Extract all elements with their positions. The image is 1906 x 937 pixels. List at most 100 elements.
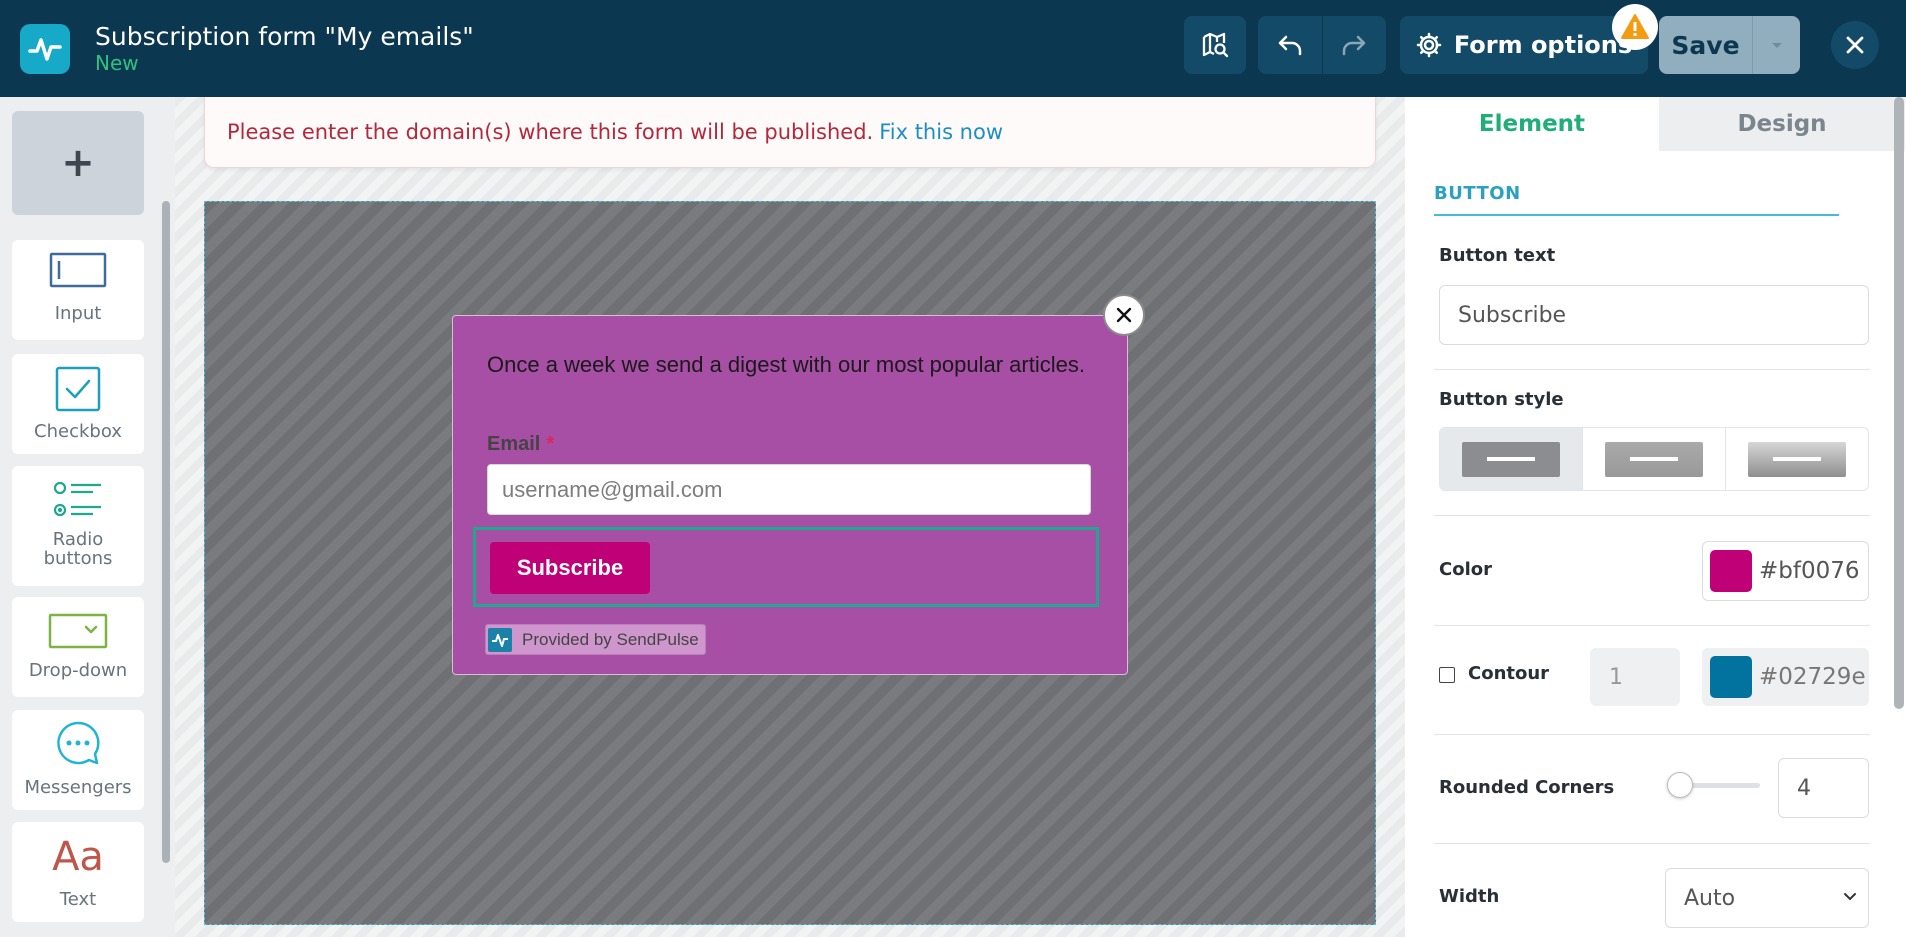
elements-sidebar: + Input Checkbox Radio buttons Drop-down… <box>0 97 175 937</box>
rounded-corners-value: 4 <box>1797 775 1811 801</box>
tool-label: Checkbox <box>34 421 122 442</box>
tool-label: Text <box>59 889 97 910</box>
redo-icon <box>1343 35 1366 56</box>
form-status: New <box>95 51 139 75</box>
email-input[interactable]: username@gmail.com <box>487 464 1091 515</box>
divider <box>1434 625 1870 626</box>
gear-icon <box>1416 32 1442 58</box>
popup-description[interactable]: Once a week we send a digest with our mo… <box>487 350 1087 379</box>
input-field-icon <box>49 252 107 288</box>
style-option-shaded[interactable] <box>1583 428 1726 490</box>
top-bar: Subscription form "My emails" New Form o… <box>0 0 1906 97</box>
add-element-button[interactable]: + <box>12 111 144 215</box>
style-option-flat[interactable] <box>1440 428 1583 490</box>
sidebar-scrollbar[interactable] <box>162 201 170 863</box>
fix-now-link[interactable]: Fix this now <box>879 120 1003 144</box>
dropdown-icon <box>48 613 108 649</box>
panel-tabs: Element Design <box>1405 97 1905 151</box>
tool-radio-buttons[interactable]: Radio buttons <box>12 466 144 586</box>
email-label-text: Email <box>487 433 541 455</box>
shaded-style-preview <box>1605 441 1703 477</box>
tool-messengers[interactable]: Messengers <box>12 710 144 810</box>
radio-buttons-icon <box>53 481 101 517</box>
close-editor-button[interactable] <box>1831 21 1879 69</box>
tool-label: Input <box>54 303 102 324</box>
required-mark: * <box>546 433 555 455</box>
chat-bubble-icon <box>57 721 100 765</box>
provided-by-badge: Provided by SendPulse <box>485 624 706 655</box>
tool-label: Radio buttons <box>43 529 113 569</box>
save-button[interactable]: Save <box>1659 16 1753 74</box>
checkbox-icon <box>55 366 101 412</box>
rounded-corners-input[interactable]: 4 <box>1778 758 1869 818</box>
sendpulse-logo-icon[interactable] <box>20 24 70 74</box>
button-style-options <box>1439 427 1869 491</box>
domain-warning-banner: Please enter the domain(s) where this fo… <box>204 97 1376 168</box>
map-search-icon <box>1202 32 1229 58</box>
save-button-group: Save <box>1659 16 1800 74</box>
subscription-popup[interactable]: Once a week we send a digest with our mo… <box>452 315 1128 675</box>
width-value: Auto <box>1684 885 1736 911</box>
text-aa-icon: Aa <box>52 834 104 880</box>
sendpulse-mini-logo-icon <box>488 627 512 652</box>
selected-button-block[interactable]: Subscribe <box>473 527 1099 607</box>
divider <box>1434 369 1870 370</box>
contour-color-picker[interactable]: #02729e <box>1702 648 1869 706</box>
tool-text[interactable]: Aa Text <box>12 822 144 922</box>
rounded-corners-label: Rounded Corners <box>1439 777 1615 798</box>
tool-label: Drop-down <box>28 660 128 681</box>
email-placeholder: username@gmail.com <box>502 476 723 502</box>
email-label[interactable]: Email * <box>487 433 554 456</box>
button-text-input[interactable]: Subscribe <box>1439 285 1869 345</box>
button-text-value: Subscribe <box>1458 302 1567 328</box>
form-options-label: Form options <box>1453 31 1633 59</box>
contour-width-value: 1 <box>1609 664 1623 690</box>
contour-width-input[interactable]: 1 <box>1590 648 1680 706</box>
chevron-down-icon <box>1844 893 1856 900</box>
form-options-button[interactable]: Form options <box>1400 16 1648 74</box>
undo-redo-group <box>1258 16 1386 74</box>
width-label: Width <box>1439 886 1500 907</box>
flat-style-preview <box>1462 441 1560 477</box>
popup-close-button[interactable] <box>1103 294 1145 336</box>
section-title: BUTTON <box>1434 183 1839 216</box>
divider <box>1434 734 1870 735</box>
tab-element[interactable]: Element <box>1405 97 1659 151</box>
preview-button[interactable] <box>1184 16 1246 74</box>
warning-icon[interactable] <box>1612 4 1658 50</box>
save-options-button[interactable] <box>1753 16 1800 74</box>
button-style-label: Button style <box>1439 389 1564 410</box>
contour-label: Contour <box>1468 663 1550 684</box>
undo-button[interactable] <box>1258 16 1323 74</box>
color-swatch <box>1710 550 1752 592</box>
divider <box>1434 515 1870 516</box>
color-value: #bf0076 <box>1759 558 1860 584</box>
width-select[interactable]: Auto <box>1665 868 1869 928</box>
subscribe-button[interactable]: Subscribe <box>490 542 650 594</box>
form-title: Subscription form "My emails" <box>95 22 474 51</box>
undo-icon <box>1278 35 1301 56</box>
provided-by-text: Provided by SendPulse <box>522 629 699 649</box>
contour-checkbox[interactable] <box>1439 667 1455 683</box>
contour-color-value: #02729e <box>1759 664 1866 690</box>
close-icon <box>1846 36 1864 54</box>
tab-design[interactable]: Design <box>1659 97 1905 151</box>
warning-message: Please enter the domain(s) where this fo… <box>227 120 874 144</box>
caret-down-icon <box>1771 43 1782 48</box>
gradient-style-preview <box>1748 441 1846 477</box>
tool-dropdown[interactable]: Drop-down <box>12 597 144 697</box>
contour-color-swatch <box>1710 656 1752 698</box>
tool-checkbox[interactable]: Checkbox <box>12 354 144 454</box>
tool-input[interactable]: Input <box>12 240 144 340</box>
color-label: Color <box>1439 559 1492 580</box>
rounded-corners-slider-handle[interactable] <box>1667 772 1693 798</box>
properties-panel: Element Design BUTTON Button text Subscr… <box>1405 97 1906 937</box>
style-option-gradient[interactable] <box>1726 428 1868 490</box>
tool-label: Messengers <box>24 777 132 798</box>
divider <box>1434 843 1870 844</box>
button-text-label: Button text <box>1439 245 1556 266</box>
color-picker[interactable]: #bf0076 <box>1702 541 1869 601</box>
panel-scrollbar[interactable] <box>1894 97 1904 709</box>
close-icon <box>1116 307 1132 323</box>
redo-button[interactable] <box>1323 16 1387 74</box>
